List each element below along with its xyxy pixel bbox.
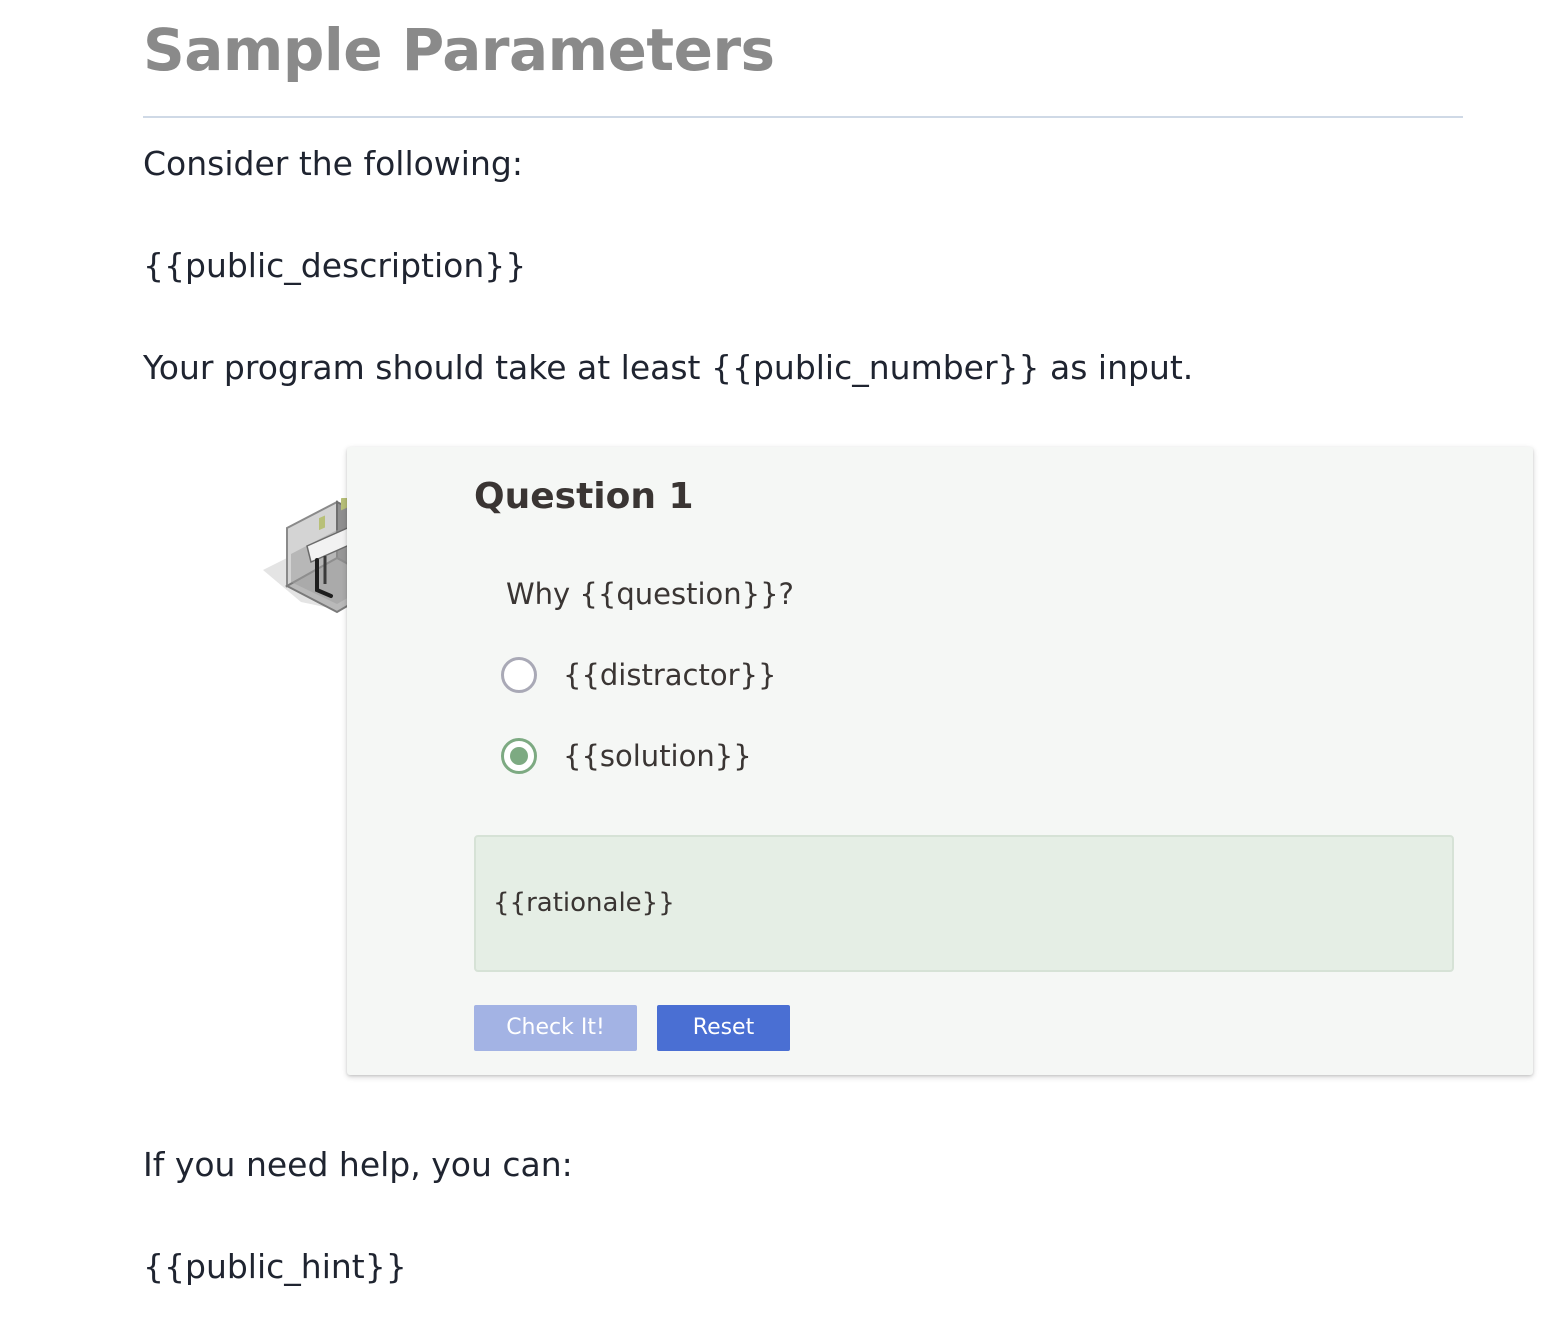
reset-button[interactable]: Reset	[657, 1005, 790, 1051]
answer-option-label: {{distractor}}	[563, 658, 777, 692]
radio-button-unselected[interactable]	[501, 657, 537, 693]
answer-option-solution[interactable]: {{solution}}	[501, 735, 752, 777]
hint-text: {{public_hint}}	[143, 1247, 407, 1286]
rationale-feedback-box: {{rationale}}	[474, 835, 1454, 972]
check-it-button[interactable]: Check It!	[474, 1005, 637, 1051]
question-title: Question 1	[474, 476, 694, 517]
help-intro-text: If you need help, you can:	[143, 1145, 573, 1184]
page-title: Sample Parameters	[143, 16, 775, 84]
input-requirement-text: Your program should take at least {{publ…	[143, 348, 1194, 387]
radio-button-selected[interactable]	[501, 738, 537, 774]
question-card: Question 1 Why {{question}}? {{distracto…	[347, 447, 1533, 1075]
description-text: {{public_description}}	[143, 246, 527, 285]
intro-text: Consider the following:	[143, 144, 523, 183]
answer-option-distractor[interactable]: {{distractor}}	[501, 654, 776, 696]
rationale-text: {{rationale}}	[493, 888, 675, 918]
title-divider	[143, 116, 1463, 118]
question-prompt: Why {{question}}?	[506, 577, 794, 611]
answer-option-label: {{solution}}	[563, 739, 752, 773]
